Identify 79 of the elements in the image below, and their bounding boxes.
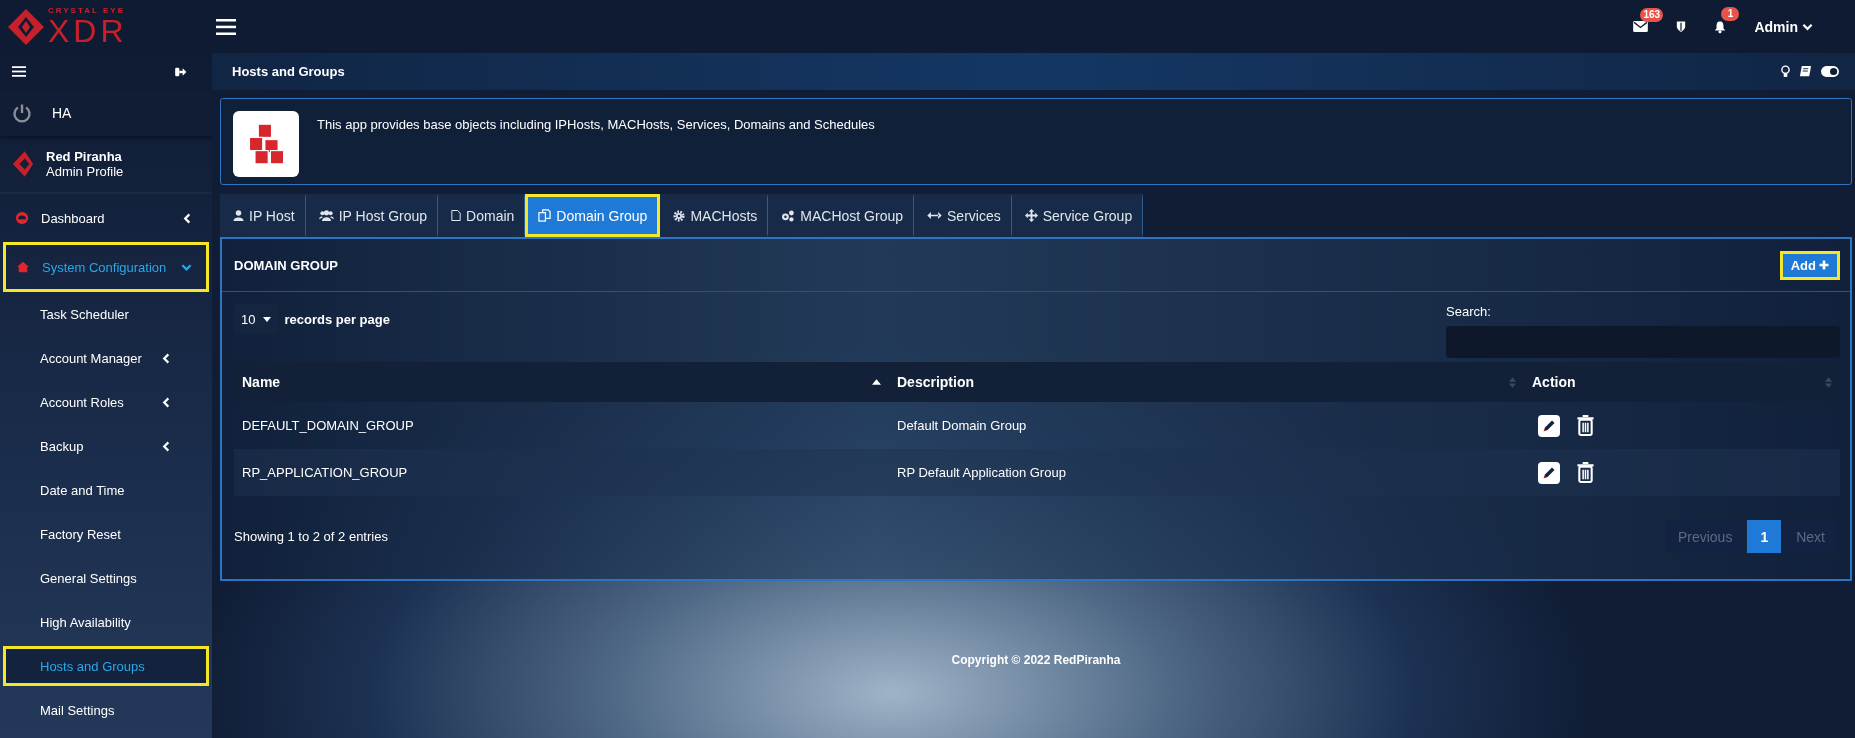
- chevron-left-icon: [161, 396, 172, 408]
- sidebar-menu-item[interactable]: System Configuration: [3, 242, 209, 292]
- chevron-down-icon: [1802, 22, 1813, 31]
- sort-up-icon: [872, 379, 881, 385]
- logo-wordmark: XDR: [48, 14, 128, 47]
- sidebar-submenu-item[interactable]: General Settings: [3, 558, 209, 598]
- mail-icon[interactable]: [1633, 21, 1649, 32]
- caret-down-icon: [263, 316, 272, 322]
- column-header[interactable]: Name: [234, 374, 889, 390]
- pagination-button[interactable]: 1: [1747, 520, 1782, 553]
- menu-icon[interactable]: [12, 66, 26, 77]
- document-icon: [451, 209, 462, 222]
- sidebar-menu-item[interactable]: Dashboard: [3, 194, 209, 242]
- column-header[interactable]: Action: [1524, 374, 1840, 390]
- tab[interactable]: MACHosts: [660, 194, 769, 237]
- table-cell-text: Default Domain Group: [896, 418, 1028, 433]
- toggle-icon[interactable]: [1821, 66, 1839, 77]
- book-icon[interactable]: [1799, 65, 1812, 78]
- logo-mark-icon: [12, 150, 34, 178]
- copyright-text: Copyright © 2022 RedPiranha: [951, 652, 1121, 667]
- tab[interactable]: Domain Group: [525, 194, 661, 237]
- sign-out-icon[interactable]: [175, 66, 187, 77]
- profile-name: Red Piranha: [46, 149, 123, 164]
- page-size-label: records per page: [284, 311, 390, 327]
- sidebar-submenu-item[interactable]: Backup: [3, 426, 209, 466]
- add-button[interactable]: Add: [1779, 250, 1840, 280]
- table-cell-text: DEFAULT_DOMAIN_GROUP: [241, 418, 415, 433]
- profile-role: Admin Profile: [46, 164, 124, 179]
- table-cell-text: RP Default Application Group: [896, 465, 1067, 480]
- trash-icon[interactable]: [1576, 461, 1595, 484]
- column-header[interactable]: Description: [889, 374, 1524, 390]
- chevron-left-icon: [161, 440, 172, 452]
- shield-icon[interactable]: [1676, 20, 1687, 33]
- ha-label: HA: [52, 105, 72, 121]
- sort-icon: [1509, 376, 1516, 388]
- lightbulb-icon[interactable]: [1781, 65, 1790, 78]
- sidebar-submenu-item[interactable]: Date and Time: [3, 470, 209, 510]
- entries-info: Showing 1 to 2 of 2 entries: [234, 529, 388, 544]
- tab[interactable]: MACHost Group: [768, 194, 914, 237]
- user-menu-button[interactable]: Admin: [1754, 18, 1813, 35]
- mail-count-badge: 163: [1640, 8, 1664, 22]
- search-label: Search:: [1446, 304, 1492, 319]
- tab[interactable]: Service Group: [1011, 194, 1144, 237]
- sidebar-submenu-item[interactable]: Mail Settings: [3, 690, 209, 730]
- search-field[interactable]: [1446, 326, 1840, 358]
- alerts-count-badge: 1: [1721, 6, 1740, 21]
- sidebar-submenu-item[interactable]: Task Scheduler: [3, 294, 209, 334]
- plus-icon: [1819, 260, 1829, 270]
- move-arrows-icon: [1024, 209, 1038, 222]
- tab[interactable]: IP Host Group: [305, 194, 439, 237]
- copy-icon: [538, 209, 552, 222]
- tab[interactable]: IP Host: [220, 194, 306, 237]
- edit-icon[interactable]: [1538, 461, 1560, 484]
- sort-icon: [1825, 376, 1832, 388]
- logo-mark-icon: [6, 6, 46, 47]
- bell-icon[interactable]: [1714, 19, 1727, 34]
- panel-title: DOMAIN GROUP: [234, 257, 338, 273]
- sidebar-submenu-item[interactable]: High Availability: [3, 602, 209, 642]
- sidebar-submenu-item[interactable]: Account Roles: [3, 382, 209, 422]
- chevron-left-icon: [182, 212, 193, 224]
- sidebar-submenu-item[interactable]: Factory Reset: [3, 514, 209, 554]
- chevron-left-icon: [161, 352, 172, 364]
- table-cell-text: RP_APPLICATION_GROUP: [241, 465, 409, 480]
- home-icon: [16, 261, 30, 273]
- gears-icon: [781, 209, 796, 222]
- power-icon[interactable]: [12, 103, 32, 123]
- tab[interactable]: Domain: [438, 194, 526, 237]
- app-description: This app provides base objects including IPHosts, MACHosts, Services, Domains and Schedules: [317, 117, 875, 132]
- tab[interactable]: Services: [914, 194, 1012, 237]
- users-icon: [318, 210, 334, 221]
- menu-icon[interactable]: [216, 18, 236, 35]
- user-icon: [233, 210, 244, 221]
- logo-tagline: CRYSTAL EYE: [48, 6, 126, 15]
- sidebar-submenu-item[interactable]: Hosts and Groups: [3, 646, 209, 686]
- edit-icon[interactable]: [1538, 414, 1560, 437]
- trash-icon[interactable]: [1576, 414, 1595, 437]
- double-arrow-icon: [927, 211, 942, 220]
- page-title: Hosts and Groups: [232, 64, 345, 79]
- sidebar-submenu-item[interactable]: Account Manager: [3, 338, 209, 378]
